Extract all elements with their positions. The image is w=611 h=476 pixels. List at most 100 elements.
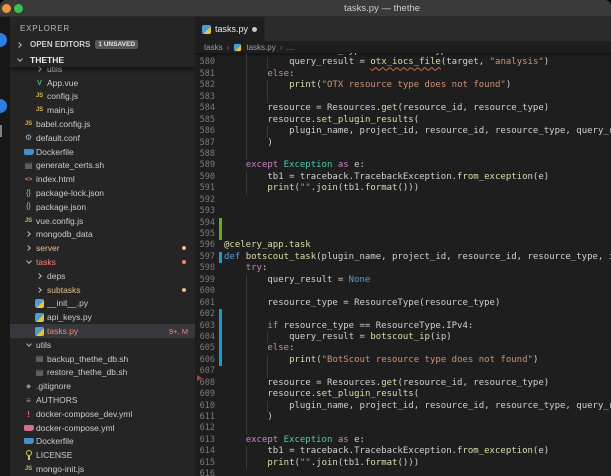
code-line[interactable]: 580query_result = otx_iocs_file(target, … xyxy=(195,57,611,68)
code-line[interactable]: 587) xyxy=(195,138,611,149)
tree-item-docker-compose-yml[interactable]: docker-compose.yml xyxy=(10,421,195,435)
line-number[interactable]: 616 xyxy=(195,469,215,476)
tree-item-deps[interactable]: deps xyxy=(10,269,195,283)
tree-item-docker-compose-dev-yml[interactable]: !docker-compose_dev.yml xyxy=(10,407,195,421)
code-line[interactable]: 592 xyxy=(195,195,611,206)
line-number[interactable]: 598 xyxy=(195,263,215,274)
tree-item-generate-certs-sh[interactable]: ▤generate_certs.sh xyxy=(10,159,195,173)
code-line[interactable]: 593 xyxy=(195,206,611,217)
tree-item-default-conf[interactable]: ⚙default.conf xyxy=(10,131,195,145)
line-number[interactable]: 589 xyxy=(195,160,215,171)
line-number[interactable]: 610 xyxy=(195,401,215,412)
tree-item-tasks[interactable]: tasks xyxy=(10,255,195,269)
code-line[interactable]: 614tb1 = traceback.TracebackException.fr… xyxy=(195,446,611,457)
code-line[interactable]: 610plugin_name, project_id, resource_id,… xyxy=(195,401,611,412)
code-line[interactable]: 611) xyxy=(195,412,611,423)
line-number[interactable]: 611 xyxy=(195,412,215,423)
code-line[interactable]: 582print("OTX resource type does not fou… xyxy=(195,80,611,91)
line-number[interactable]: 588 xyxy=(195,149,215,160)
line-number[interactable]: 590 xyxy=(195,172,215,183)
line-number[interactable]: 604 xyxy=(195,332,215,343)
code-line[interactable]: 599query_result = None xyxy=(195,275,611,286)
code-line[interactable]: 609resource.set_plugin_results( xyxy=(195,389,611,400)
tab-tasks-py[interactable]: tasks.py xyxy=(195,17,265,41)
line-number[interactable]: 596 xyxy=(195,240,215,251)
tree-item-mongodb-data[interactable]: mongodb_data xyxy=(10,228,195,242)
tree-item-index-html[interactable]: <>index.html xyxy=(10,172,195,186)
line-number[interactable]: 613 xyxy=(195,435,215,446)
line-number[interactable]: 612 xyxy=(195,423,215,434)
tree-item-package-lock-json[interactable]: {}package-lock.json xyxy=(10,186,195,200)
code-line[interactable]: 613except Exception as e: xyxy=(195,435,611,446)
line-number[interactable]: 599 xyxy=(195,275,215,286)
line-number[interactable]: 593 xyxy=(195,206,215,217)
line-number[interactable]: 595 xyxy=(195,229,215,240)
minimize-traffic-light-icon[interactable] xyxy=(2,4,11,13)
zoom-traffic-light-icon[interactable] xyxy=(14,4,23,13)
title-bar[interactable]: tasks.py — thethe xyxy=(0,0,611,17)
code-line[interactable]: 602 xyxy=(195,309,611,320)
tree-item-gitignore[interactable]: ◆.gitignore xyxy=(10,379,195,393)
code-line[interactable]: 612 xyxy=(195,423,611,434)
open-editors-section[interactable]: OPEN EDITORS 1 UNSAVED xyxy=(10,37,195,52)
code-line[interactable]: 607 xyxy=(195,366,611,377)
line-number[interactable]: 614 xyxy=(195,446,215,457)
code-line[interactable]: 615print("".join(tb1.format())) xyxy=(195,458,611,469)
line-number[interactable]: 606 xyxy=(195,355,215,366)
tree-item-package-json[interactable]: {}package.json xyxy=(10,200,195,214)
tree-item-main-js[interactable]: JSmain.js xyxy=(10,103,195,117)
code-line[interactable]: 595 xyxy=(195,229,611,240)
code-line[interactable]: 583 xyxy=(195,92,611,103)
code-line[interactable]: 598try: xyxy=(195,263,611,274)
line-number[interactable]: 594 xyxy=(195,218,215,229)
code-line[interactable]: 586plugin_name, project_id, resource_id,… xyxy=(195,126,611,137)
line-number[interactable]: 601 xyxy=(195,298,215,309)
line-number[interactable]: 583 xyxy=(195,92,215,103)
tree-item-license[interactable]: LICENSE xyxy=(10,448,195,462)
code-line[interactable]: 608resource = Resources.get(resource_id,… xyxy=(195,378,611,389)
code-line[interactable]: 591print("".join(tb1.format())) xyxy=(195,183,611,194)
tree-item-backup-thethe-db-sh[interactable]: ▤backup_thethe_db.sh xyxy=(10,352,195,366)
line-number[interactable]: 603 xyxy=(195,321,215,332)
line-number[interactable]: 597 xyxy=(195,252,215,263)
line-number[interactable]: 600 xyxy=(195,286,215,297)
code-line[interactable]: 597def botscout_task(plugin_name, projec… xyxy=(195,252,611,263)
line-number[interactable]: 580 xyxy=(195,57,215,68)
code-line[interactable]: 589except Exception as e: xyxy=(195,160,611,171)
code-line[interactable]: 600 xyxy=(195,286,611,297)
code-line[interactable]: 606print("BotScout resource type does no… xyxy=(195,355,611,366)
unsaved-dot-icon[interactable] xyxy=(252,27,257,32)
breadcrumb-segment-symbol[interactable]: … xyxy=(286,43,294,52)
code-line[interactable]: 584resource = Resources.get(resource_id,… xyxy=(195,103,611,114)
code-line[interactable]: 594 xyxy=(195,218,611,229)
line-number[interactable]: 584 xyxy=(195,103,215,114)
activity-dot-icon[interactable] xyxy=(0,99,7,113)
code-line[interactable]: 605else: xyxy=(195,343,611,354)
breadcrumb-segment-file[interactable]: tasks.py xyxy=(246,43,275,52)
tree-item-authors[interactable]: ≡AUTHORS xyxy=(10,393,195,407)
tree-item-utils[interactable]: utils xyxy=(10,338,195,352)
tree-item-babel-config-js[interactable]: JSbabel.config.js xyxy=(10,117,195,131)
code-line[interactable]: 588 xyxy=(195,149,611,160)
line-number[interactable]: 592 xyxy=(195,195,215,206)
tree-item-init-py[interactable]: __init__.py xyxy=(10,297,195,311)
tree-item-tasks-py[interactable]: tasks.py9+, M xyxy=(10,324,195,338)
code-line[interactable]: 596@celery_app.task xyxy=(195,240,611,251)
tree-item-mongo-init-js[interactable]: JSmongo-init.js xyxy=(10,462,195,476)
code-line[interactable]: 601resource_type = ResourceType(resource… xyxy=(195,298,611,309)
line-number[interactable]: 605 xyxy=(195,343,215,354)
line-number[interactable]: 609 xyxy=(195,389,215,400)
code-line[interactable]: 585resource.set_plugin_results( xyxy=(195,115,611,126)
line-number[interactable]: 615 xyxy=(195,458,215,469)
line-number[interactable]: 587 xyxy=(195,138,215,149)
line-number[interactable]: 581 xyxy=(195,69,215,80)
code-line[interactable]: 581else: xyxy=(195,69,611,80)
tree-item-dockerfile[interactable]: Dockerfile xyxy=(10,435,195,449)
tree-item-subtasks[interactable]: subtasks xyxy=(10,283,195,297)
breadcrumb-segment-tasks[interactable]: tasks xyxy=(204,43,223,52)
code-viewport[interactable]: 579elif resource_type == ResourceType.HA… xyxy=(195,53,611,476)
project-root-section[interactable]: THETHE xyxy=(10,52,195,67)
code-line[interactable]: 604query_result = botscout_ip(ip) xyxy=(195,332,611,343)
line-number[interactable]: 585 xyxy=(195,115,215,126)
tree-item-restore-thethe-db-sh[interactable]: ▤restore_thethe_db.sh xyxy=(10,366,195,380)
